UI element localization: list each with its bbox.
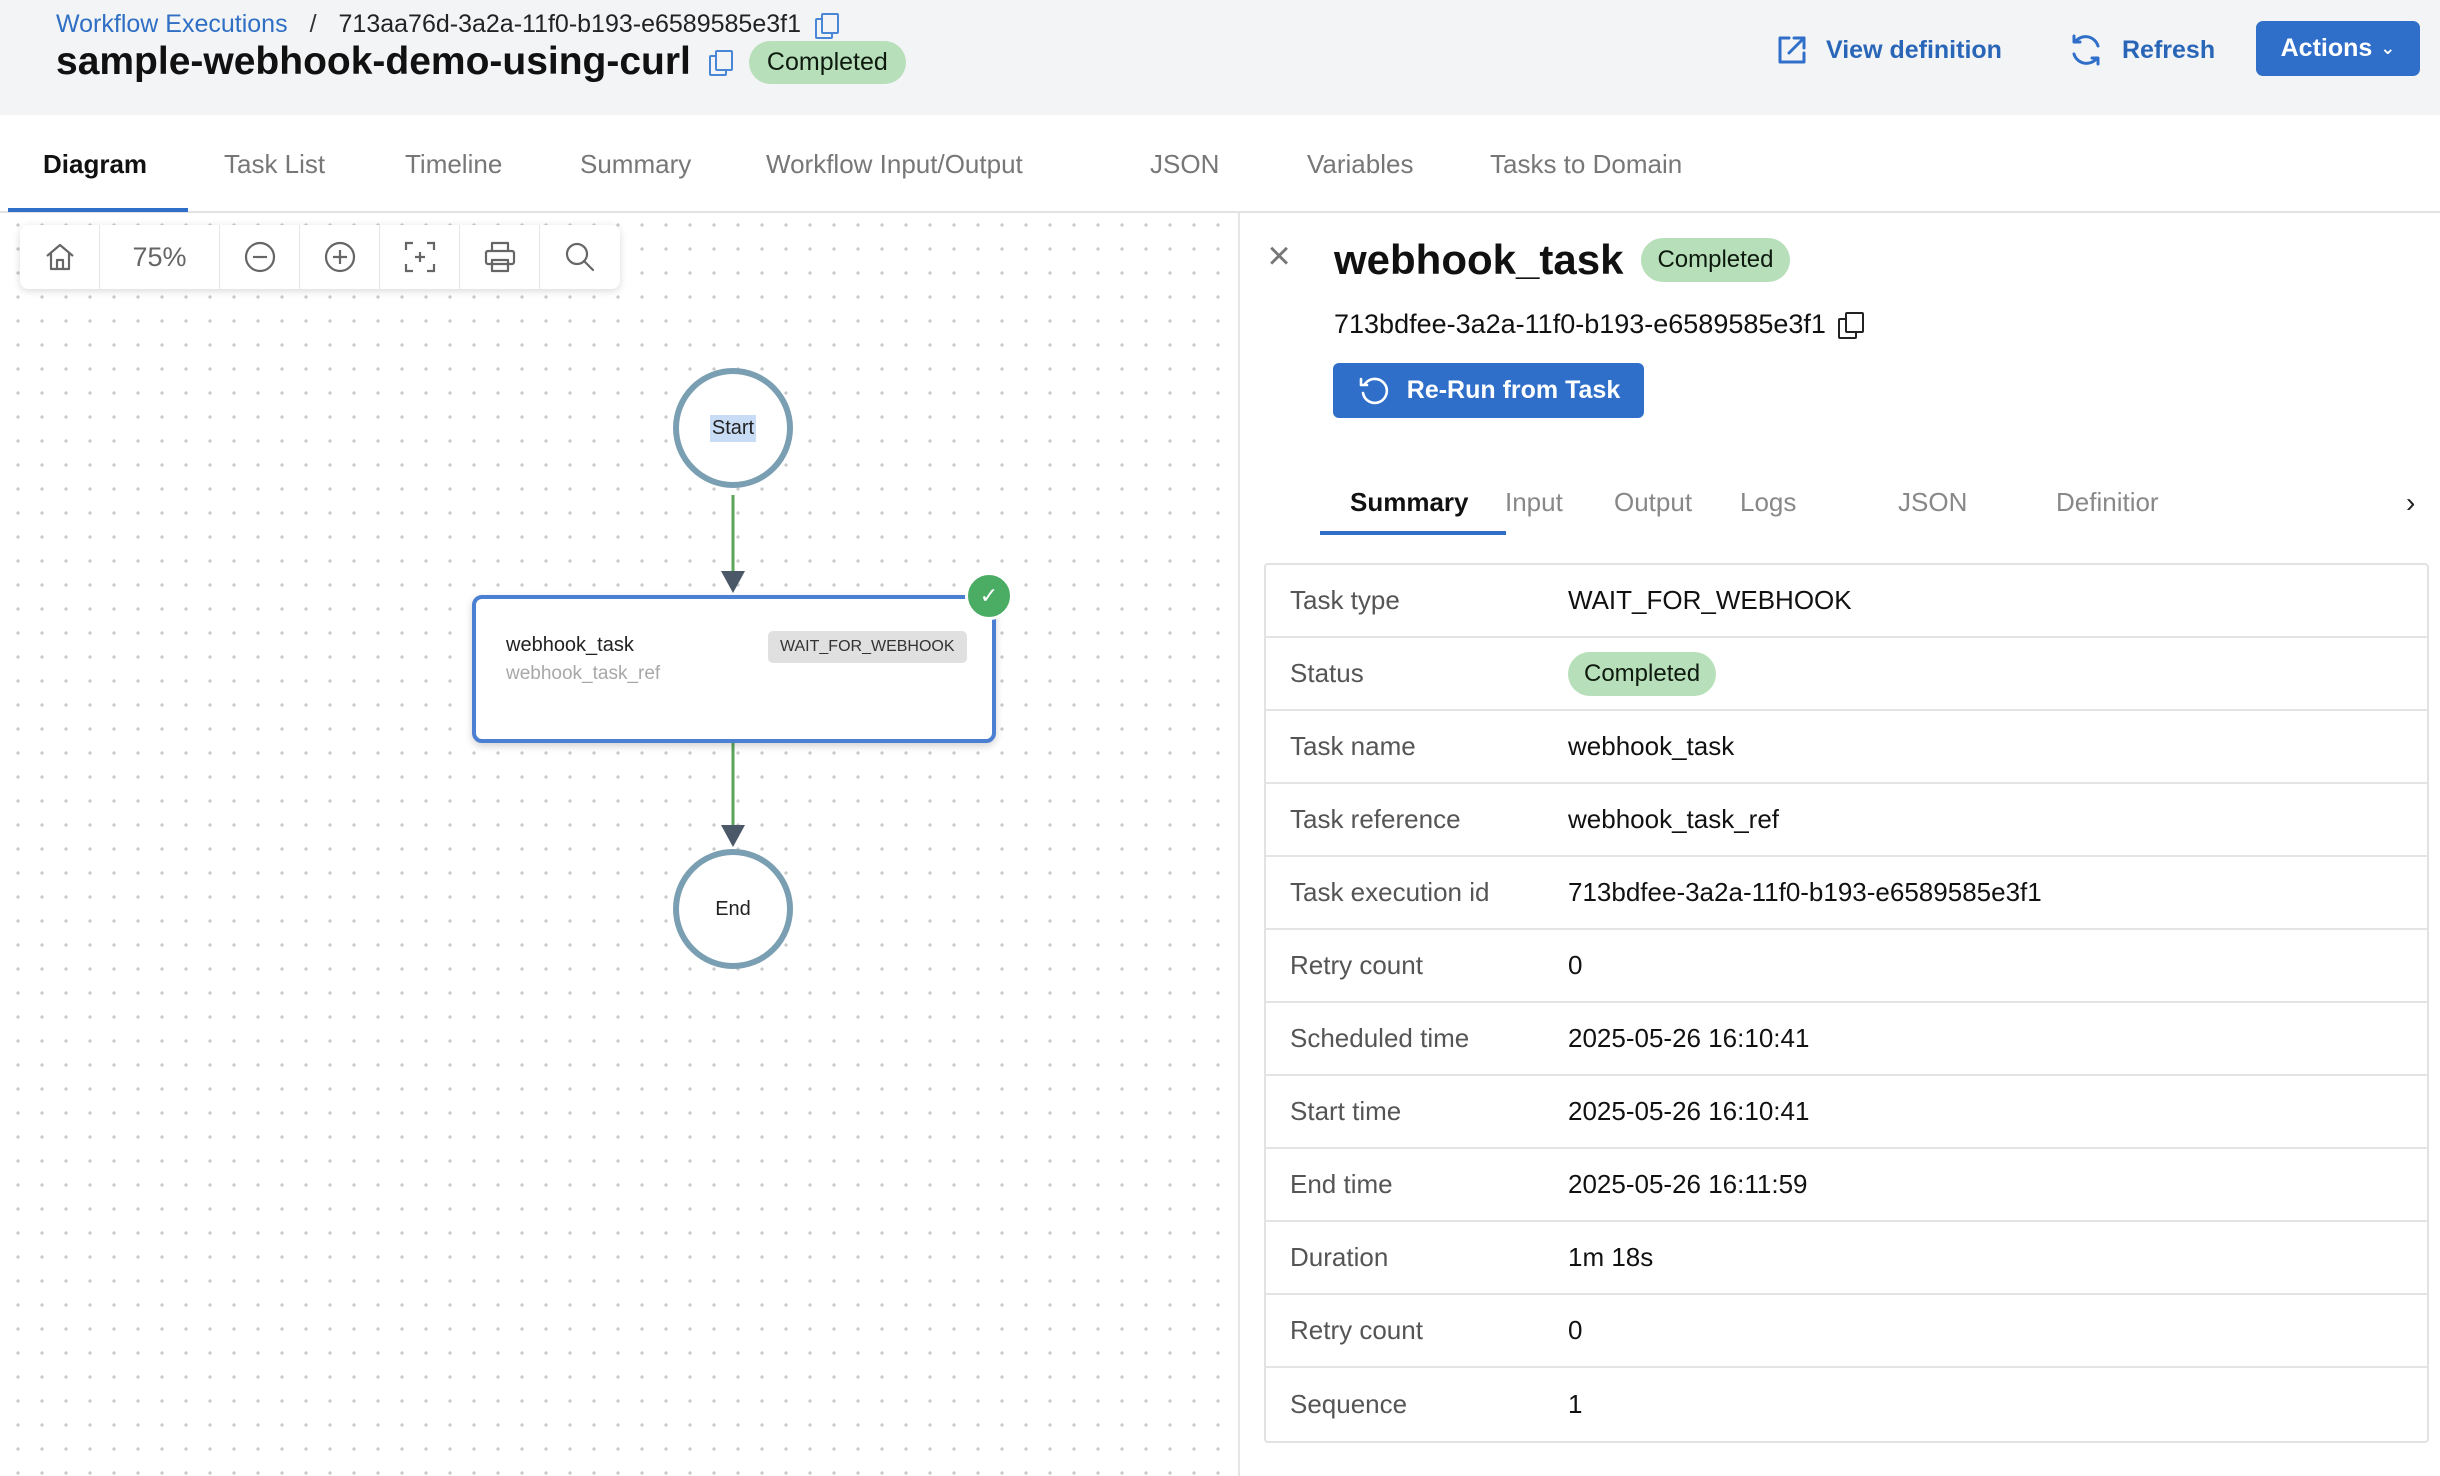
- property-key: Start time: [1290, 1096, 1402, 1126]
- breadcrumb-separator: /: [309, 10, 317, 38]
- tab-json[interactable]: JSON: [1150, 149, 1219, 180]
- breadcrumb: Workflow Executions / 713aa76d-3a2a-11f0…: [56, 10, 839, 39]
- tab-timeline[interactable]: Timeline: [405, 149, 502, 180]
- table-row: Status Completed: [1266, 638, 2427, 711]
- table-row: Task type WAIT_FOR_WEBHOOK: [1266, 565, 2427, 638]
- external-link-icon: [1778, 36, 1806, 64]
- property-key: Sequence: [1290, 1389, 1408, 1419]
- property-value: 713bdfee-3a2a-11f0-b193-e6589585e3f1: [1568, 877, 2042, 907]
- table-row: Sequence 1: [1266, 1368, 2427, 1441]
- property-value: 0: [1568, 950, 1583, 980]
- workflow-title-row: sample-webhook-demo-using-curl Completed: [56, 40, 906, 84]
- copy-icon[interactable]: [1837, 311, 1864, 339]
- table-row: Retry count 0: [1266, 1295, 2427, 1368]
- check-icon: ✓: [965, 572, 1013, 620]
- property-key: Retry count: [1290, 1315, 1423, 1345]
- status-badge: Completed: [1641, 238, 1790, 282]
- end-node[interactable]: End: [673, 849, 793, 969]
- table-row: Duration 1m 18s: [1266, 1222, 2427, 1295]
- property-value: webhook_task_ref: [1568, 804, 1780, 834]
- workflow-title: sample-webhook-demo-using-curl: [56, 40, 691, 83]
- tab-tasks-to-domain[interactable]: Tasks to Domain: [1490, 149, 1682, 180]
- actions-button[interactable]: Actions ⌄: [2256, 21, 2420, 76]
- tab-task-logs[interactable]: Logs: [1740, 487, 1796, 518]
- diagram-canvas[interactable]: 75% Start webhook_task webhook_task_ref …: [6, 213, 1238, 1476]
- view-definition-label: View definition: [1826, 35, 2002, 64]
- flow-edges: [721, 495, 745, 847]
- table-row: End time 2025-05-26 16:11:59: [1266, 1149, 2427, 1222]
- status-badge: Completed: [1568, 651, 1717, 696]
- tab-workflow-input-output[interactable]: Workflow Input/Output: [766, 149, 1023, 180]
- task-execution-id-row: 713bdfee-3a2a-11f0-b193-e6589585e3f1: [1334, 309, 1864, 340]
- refresh-button[interactable]: Refresh: [2066, 25, 2215, 75]
- arrowhead-icon: [721, 825, 745, 847]
- status-badge: Completed: [748, 40, 906, 84]
- property-value: 2025-05-26 16:11:59: [1568, 1169, 1808, 1199]
- table-row: Task name webhook_task: [1266, 711, 2427, 784]
- start-node[interactable]: Start: [673, 368, 793, 488]
- refresh-icon: [2072, 34, 2100, 66]
- end-node-label: End: [715, 897, 751, 920]
- property-key: Task type: [1290, 585, 1400, 615]
- property-value: 2025-05-26 16:10:41: [1568, 1096, 1810, 1126]
- task-type-tag: WAIT_FOR_WEBHOOK: [768, 631, 967, 663]
- task-node-name: webhook_task: [506, 634, 634, 656]
- property-key: Duration: [1290, 1242, 1389, 1272]
- active-subtab-indicator: [1320, 531, 1506, 535]
- task-title: webhook_task: [1334, 236, 1624, 283]
- active-tab-indicator: [8, 208, 188, 212]
- task-node-webhook-task[interactable]: webhook_task webhook_task_ref WAIT_FOR_W…: [472, 595, 996, 743]
- breadcrumb-workflow-executions[interactable]: Workflow Executions: [56, 10, 288, 39]
- table-row: Task execution id 713bdfee-3a2a-11f0-b19…: [1266, 857, 2427, 930]
- rerun-label: Re-Run from Task: [1406, 376, 1621, 404]
- task-detail-panel: × webhook_task Completed 713bdfee-3a2a-1…: [1238, 213, 2440, 1476]
- property-key: End time: [1290, 1169, 1393, 1199]
- task-title-row: webhook_task Completed: [1334, 236, 1790, 284]
- chevron-right-icon[interactable]: ›: [2406, 487, 2415, 519]
- copy-icon[interactable]: [814, 12, 839, 39]
- task-properties-table: Task type WAIT_FOR_WEBHOOK Status Comple…: [1264, 563, 2429, 1443]
- table-row: Task reference webhook_task_ref: [1266, 784, 2427, 857]
- view-definition-button[interactable]: View definition: [1774, 25, 2002, 75]
- breadcrumb-execution-id: 713aa76d-3a2a-11f0-b193-e6589585e3f1: [338, 10, 801, 38]
- table-row: Scheduled time 2025-05-26 16:10:41: [1266, 1003, 2427, 1076]
- property-value: 1: [1568, 1389, 1583, 1419]
- rerun-from-task-button[interactable]: Re-Run from Task: [1333, 363, 1644, 418]
- rerun-icon: [1359, 377, 1388, 404]
- page-header: Workflow Executions / 713aa76d-3a2a-11f0…: [0, 0, 2440, 115]
- tab-task-summary[interactable]: Summary: [1350, 487, 1469, 518]
- table-row: Retry count 0: [1266, 930, 2427, 1003]
- property-value: 1m 18s: [1568, 1242, 1654, 1272]
- actions-label: Actions: [2280, 34, 2373, 62]
- refresh-label: Refresh: [2122, 35, 2216, 64]
- arrowhead-icon: [721, 571, 745, 593]
- copy-icon[interactable]: [708, 50, 733, 76]
- close-icon[interactable]: ×: [1262, 236, 1296, 276]
- task-detail-tabs: Summary Input Output Logs JSON Definitio…: [1240, 453, 2440, 535]
- task-execution-id: 713bdfee-3a2a-11f0-b193-e6589585e3f1: [1334, 309, 1826, 339]
- property-value: 0: [1568, 1315, 1583, 1345]
- tab-task-list[interactable]: Task List: [224, 149, 325, 180]
- tab-variables[interactable]: Variables: [1307, 149, 1413, 180]
- tab-task-input[interactable]: Input: [1505, 487, 1563, 518]
- main-tabs: Diagram Task List Timeline Summary Workf…: [0, 115, 2440, 213]
- task-node-ref: webhook_task_ref: [506, 663, 661, 684]
- tab-task-definition[interactable]: Definitior: [2056, 487, 2172, 518]
- tab-diagram[interactable]: Diagram: [43, 149, 147, 180]
- tab-task-output[interactable]: Output: [1614, 487, 1692, 518]
- property-value: WAIT_FOR_WEBHOOK: [1568, 585, 1852, 615]
- property-key: Task execution id: [1290, 877, 1490, 907]
- property-value: 2025-05-26 16:10:41: [1568, 1023, 1810, 1053]
- tab-summary[interactable]: Summary: [580, 149, 691, 180]
- property-key: Task reference: [1290, 804, 1461, 834]
- tab-task-json[interactable]: JSON: [1898, 487, 1967, 518]
- table-row: Start time 2025-05-26 16:10:41: [1266, 1076, 2427, 1149]
- property-key: Task name: [1290, 731, 1416, 761]
- chevron-down-icon: ⌄: [2380, 38, 2396, 58]
- property-key: Status: [1290, 658, 1364, 688]
- property-key: Retry count: [1290, 950, 1423, 980]
- property-key: Scheduled time: [1290, 1023, 1470, 1053]
- property-value: webhook_task: [1568, 731, 1735, 761]
- start-node-label: Start: [709, 414, 757, 442]
